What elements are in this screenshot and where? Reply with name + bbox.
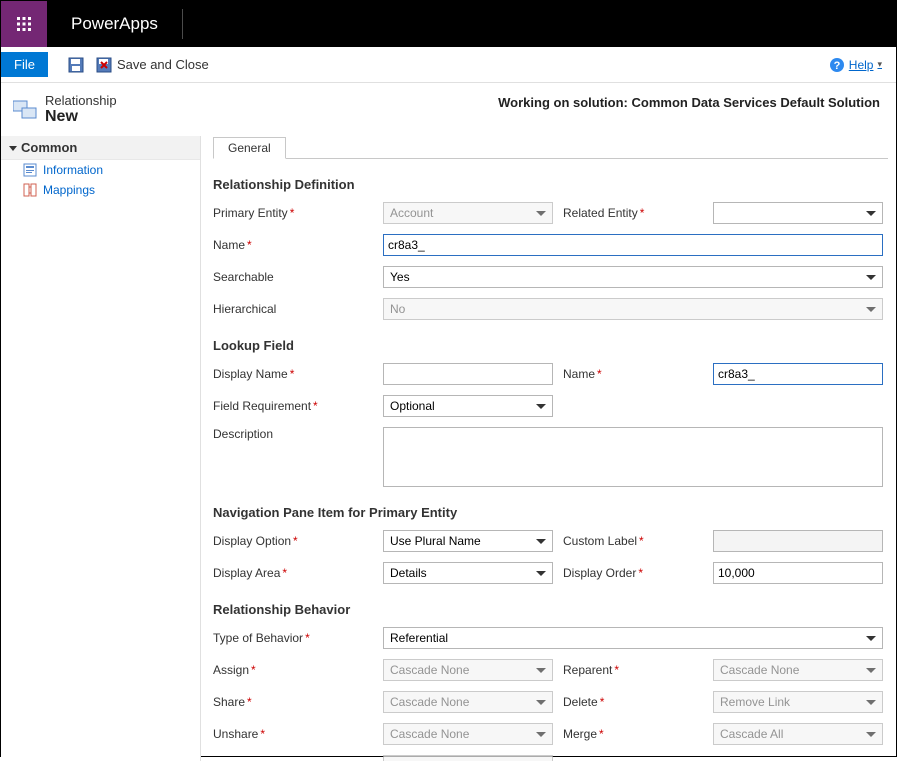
unshare-select[interactable]: Cascade None [383,723,553,745]
save-icon [68,57,84,73]
field-requirement-select[interactable]: Optional [383,395,553,417]
file-button[interactable]: File [1,52,48,77]
relationship-icon [13,100,37,120]
waffle-icon [16,16,32,32]
name-input[interactable] [383,234,883,256]
related-entity-select[interactable] [713,202,883,224]
svg-text:?: ? [833,60,840,72]
primary-entity-select[interactable]: Account [383,202,553,224]
section-behavior: Relationship Behavior [213,602,888,617]
nav: Common Information Mappings [1,136,201,761]
save-and-close-label: Save and Close [117,57,209,72]
mappings-icon [23,183,37,197]
label-unshare: Unshare [213,727,373,741]
tabs: General [213,136,888,159]
searchable-select[interactable]: Yes [383,266,883,288]
working-solution-text: Working on solution: Common Data Service… [498,93,884,110]
label-custom-label: Custom Label [563,534,703,548]
delete-select[interactable]: Remove Link [713,691,883,713]
body: Common Information Mappings General [1,136,896,761]
label-primary-entity: Primary Entity [213,206,373,220]
help-label: Help [849,58,874,72]
assign-select[interactable]: Cascade None [383,659,553,681]
app-title: PowerApps [47,14,182,34]
nav-item-label: Mappings [43,183,95,197]
toolbar: File Save and Close ? Help ▾ [1,47,896,83]
label-description: Description [213,427,373,441]
sub-header-title: New [45,108,117,126]
label-delete: Delete [563,695,703,709]
label-display-name: Display Name [213,367,373,381]
collapse-icon [9,146,17,151]
label-field-requirement: Field Requirement [213,399,373,413]
type-of-behavior-select[interactable]: Referential [383,627,883,649]
reparent-select[interactable]: Cascade None [713,659,883,681]
save-close-icon [96,57,112,73]
label-share: Share [213,695,373,709]
share-select[interactable]: Cascade None [383,691,553,713]
label-hierarchical: Hierarchical [213,302,373,316]
label-related-entity: Related Entity [563,206,703,220]
save-and-close-button[interactable]: Save and Close [90,55,215,75]
label-display-order: Display Order [563,566,703,580]
tab-general[interactable]: General [213,137,286,159]
description-textarea[interactable] [383,427,883,487]
label-searchable: Searchable [213,270,373,284]
top-bar: PowerApps [1,1,896,47]
label-display-area: Display Area [213,566,373,580]
merge-select[interactable]: Cascade All [713,723,883,745]
app-launcher-button[interactable] [1,1,47,47]
label-display-option: Display Option [213,534,373,548]
save-button[interactable] [62,55,90,75]
sub-header-label: Relationship [45,93,117,108]
help-icon: ? [829,57,845,73]
info-page-icon [23,163,37,177]
help-link[interactable]: ? Help ▾ [829,57,892,73]
nav-root-common[interactable]: Common [1,136,200,160]
label-reparent: Reparent [563,663,703,677]
display-area-select[interactable]: Details [383,562,553,584]
lookup-name-input[interactable] [713,363,883,385]
section-lookup-field: Lookup Field [213,338,888,353]
content: General Relationship Definition Primary … [201,136,896,761]
label-merge: Merge [563,727,703,741]
nav-item-information[interactable]: Information [1,160,200,180]
caret-down-icon: ▾ [877,59,882,70]
top-divider [182,9,183,39]
label-type-of-behavior: Type of Behavior [213,631,373,645]
rollup-view-select[interactable]: Cascade None [383,755,553,761]
display-order-input[interactable] [713,562,883,584]
display-option-select[interactable]: Use Plural Name [383,530,553,552]
label-name: Name [213,238,373,252]
hierarchical-select[interactable]: No [383,298,883,320]
section-relationship-definition: Relationship Definition [213,177,888,192]
label-lookup-name: Name [563,367,703,381]
sub-header: Relationship New Working on solution: Co… [1,83,896,136]
display-name-input[interactable] [383,363,553,385]
nav-item-label: Information [43,163,103,177]
nav-item-mappings[interactable]: Mappings [1,180,200,200]
custom-label-input[interactable] [713,530,883,552]
section-nav-pane: Navigation Pane Item for Primary Entity [213,505,888,520]
label-assign: Assign [213,663,373,677]
